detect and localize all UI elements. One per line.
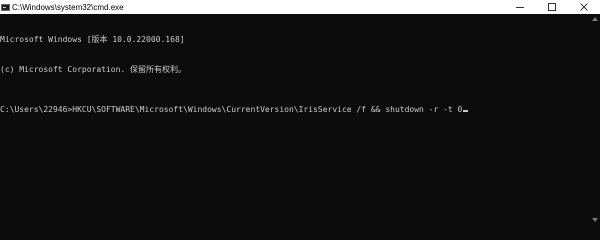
command-prompt-line: C:\Users\22946>HKCU\SOFTWARE\Microsoft\W…	[0, 105, 590, 115]
cmd-icon	[1, 3, 10, 11]
close-button[interactable]	[568, 0, 600, 14]
cmd-window: C:\Windows\system32\cmd.exe Microsoft Wi…	[0, 0, 600, 225]
maximize-button[interactable]	[536, 0, 568, 14]
console-output[interactable]: Microsoft Windows [版本 10.0.22000.168] (c…	[0, 14, 590, 225]
console-line: Microsoft Windows [版本 10.0.22000.168]	[0, 35, 185, 44]
scroll-down-arrow-icon[interactable]	[592, 218, 598, 222]
text-cursor	[463, 110, 469, 112]
console-line: (c) Microsoft Corporation. 保留所有权利。	[0, 65, 187, 74]
minimize-icon	[516, 7, 524, 8]
command-text: C:\Users\22946>HKCU\SOFTWARE\Microsoft\W…	[0, 105, 463, 114]
scroll-up-arrow-icon[interactable]	[592, 17, 598, 21]
title-bar[interactable]: C:\Windows\system32\cmd.exe	[0, 0, 600, 14]
window-title: C:\Windows\system32\cmd.exe	[12, 2, 124, 12]
close-icon	[580, 3, 588, 11]
maximize-icon	[548, 3, 556, 11]
minimize-button[interactable]	[504, 0, 536, 14]
vertical-scrollbar[interactable]	[590, 14, 600, 225]
window-controls	[504, 0, 600, 14]
